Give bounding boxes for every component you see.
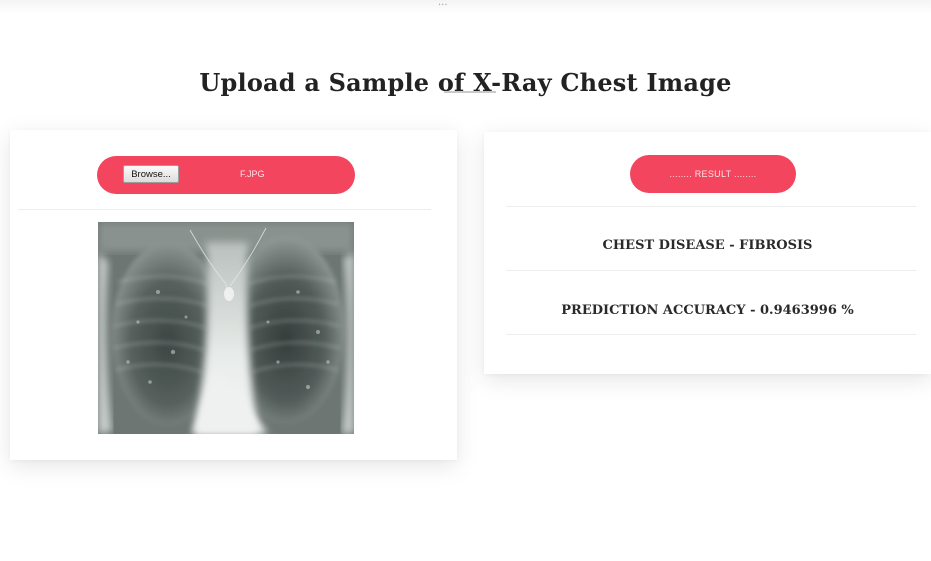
upload-card: Browse... F.JPG — [10, 130, 457, 460]
divider — [506, 270, 916, 271]
result-header-pill: ........ RESULT ........ — [630, 155, 796, 193]
divider — [506, 334, 916, 335]
disease-result: CHEST DISEASE - FIBROSIS — [602, 238, 813, 253]
selected-file-name: F.JPG — [240, 169, 265, 179]
file-input-pill[interactable]: Browse... F.JPG — [97, 156, 355, 194]
divider — [506, 206, 916, 207]
divider — [18, 209, 431, 210]
title-underline — [444, 91, 496, 93]
result-card: ........ RESULT ........ CHEST DISEASE -… — [484, 132, 931, 374]
prediction-accuracy: PREDICTION ACCURACY - 0.9463996 % — [561, 303, 854, 318]
chest-xray-image — [98, 222, 354, 434]
top-fade — [0, 0, 931, 14]
result-header-label: ........ RESULT ........ — [669, 169, 757, 179]
browse-button[interactable]: Browse... — [123, 165, 179, 183]
partial-header-text: ... — [438, 0, 448, 8]
